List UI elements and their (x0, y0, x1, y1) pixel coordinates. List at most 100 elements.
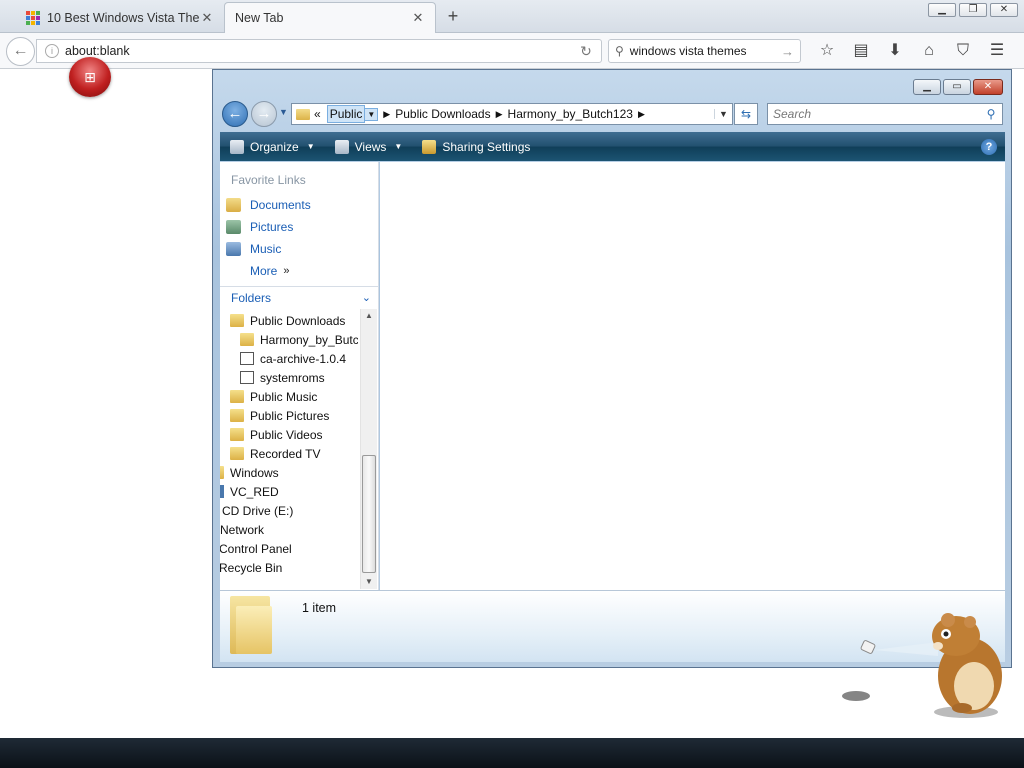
breadcrumb-dropdown-icon[interactable]: ▼ (365, 107, 379, 121)
tree-item[interactable]: CD Drive (E:) (220, 501, 293, 520)
tree-item[interactable]: ca-archive-1.0.4 (240, 349, 346, 368)
favorite-link-music[interactable]: Music (226, 239, 281, 259)
address-bar[interactable]: « Public ▼ ▶ Public Downloads ▶ Harmony_… (291, 103, 733, 125)
address-history-dropdown-icon[interactable]: ▼ (714, 109, 732, 119)
folder-tree-scrollbar[interactable]: ▲ ▼ (360, 309, 377, 589)
download-icon[interactable]: ⬇ (878, 40, 912, 62)
sharing-icon (422, 139, 437, 154)
chevron-down-icon: ▼ (306, 142, 315, 151)
folder-icon (296, 108, 310, 120)
browser-search-box[interactable]: ⚲ windows vista themes → (608, 39, 801, 63)
star-icon[interactable]: ☆ (810, 40, 844, 62)
tree-item-label: Public Videos (250, 427, 323, 442)
tab-windows-vista-themes[interactable]: 10 Best Windows Vista The... ✕ (16, 2, 224, 33)
item-count: 1 item (302, 601, 337, 615)
tab-title: 10 Best Windows Vista The... (47, 10, 200, 25)
sharing-settings-button[interactable]: Sharing Settings (422, 139, 530, 154)
pocket-icon[interactable]: ⛉ (946, 40, 980, 62)
close-tab-icon[interactable]: ✕ (200, 10, 214, 26)
tree-item-label: Recycle Bin (220, 560, 283, 575)
minimize-icon[interactable]: ▁ (913, 79, 941, 95)
favorite-link-more[interactable]: More » (250, 261, 289, 281)
url-text[interactable]: about:blank (65, 44, 571, 58)
back-arrow-icon[interactable]: ← (222, 101, 248, 127)
file-list-pane[interactable] (380, 162, 1005, 590)
folders-header[interactable]: Folders ⌄ (220, 286, 378, 308)
videos-folder-icon (230, 428, 244, 441)
scroll-down-icon[interactable]: ▼ (361, 575, 377, 589)
tree-item[interactable]: Control Panel (220, 539, 292, 558)
tree-item-label: Network (220, 522, 265, 537)
documents-icon (226, 198, 241, 212)
explorer-window: ▁ ▭ ✕ ← → ▼ « Public ▼ ▶ Public Download… (212, 69, 1012, 668)
scroll-up-icon[interactable]: ▲ (361, 309, 377, 323)
tree-item[interactable]: Network (220, 520, 264, 539)
tree-item[interactable]: Harmony_by_Butch123 (240, 330, 358, 349)
command-bar: Organize ▼ Views ▼ Sharing Settings ? (220, 132, 1005, 161)
back-button[interactable]: ← (6, 37, 35, 66)
close-icon[interactable]: ✕ (973, 79, 1003, 95)
tree-item[interactable]: Windows (220, 463, 279, 482)
views-button[interactable]: Views ▼ (334, 139, 402, 154)
restore-icon[interactable]: ❐ (959, 3, 987, 17)
tree-item-label: Control Panel (220, 541, 292, 556)
breadcrumb-public[interactable]: Public (326, 105, 366, 123)
help-icon[interactable]: ? (981, 138, 997, 155)
tree-item[interactable]: Public Videos (230, 425, 323, 444)
breadcrumb-separator-icon[interactable]: ▶ (638, 109, 645, 120)
tree-item-label: Windows (230, 465, 279, 480)
reading-list-icon[interactable]: ▤ (844, 40, 878, 62)
folder-icon (240, 333, 254, 346)
large-folder-icon (230, 596, 272, 654)
hamster-mascot-icon (932, 613, 1002, 718)
minimize-icon[interactable]: ▁ (928, 3, 956, 17)
tree-item[interactable]: systemroms (240, 368, 325, 387)
search-placeholder[interactable]: Search (773, 107, 980, 121)
folder-icon (230, 314, 244, 327)
search-go-icon[interactable]: → (781, 44, 794, 59)
zip-archive-icon (240, 371, 254, 384)
browser-toolbar-icons: ☆ ▤ ⬇ ⌂ ⛉ ☰ (810, 40, 1014, 62)
tree-item[interactable]: Recycle Bin (220, 558, 282, 577)
breadcrumb-public-downloads[interactable]: Public Downloads (395, 107, 490, 121)
tree-item[interactable]: Public Downloads (230, 311, 345, 330)
breadcrumb-overflow[interactable]: « (314, 107, 321, 121)
search-icon[interactable]: ⚲ (980, 107, 1002, 121)
close-icon[interactable]: ✕ (990, 3, 1018, 17)
chevron-down-icon[interactable]: ⌄ (362, 291, 371, 304)
shadow-blob (842, 691, 870, 701)
tree-item[interactable]: Public Music (230, 387, 317, 406)
tree-item-label: ca-archive-1.0.4 (260, 351, 347, 366)
breadcrumb-harmony[interactable]: Harmony_by_Butch123 (508, 107, 633, 121)
explorer-nav-row: ← → ▼ « Public ▼ ▶ Public Downloads ▶ Ha… (221, 101, 1006, 127)
tab-new-tab[interactable]: New Tab ✕ (224, 2, 436, 33)
explorer-search-box[interactable]: Search ⚲ (767, 103, 1003, 125)
scrollbar-thumb[interactable] (362, 455, 376, 573)
close-tab-icon[interactable]: ✕ (411, 10, 425, 26)
home-icon[interactable]: ⌂ (912, 40, 946, 62)
reload-icon[interactable]: ↻ (571, 43, 601, 60)
organize-button[interactable]: Organize ▼ (230, 139, 315, 154)
organize-icon (230, 139, 244, 154)
search-input[interactable]: windows vista themes (630, 44, 781, 58)
new-tab-button[interactable]: + (444, 6, 462, 26)
recent-pages-dropdown-icon[interactable]: ▼ (279, 107, 288, 117)
maximize-icon[interactable]: ▭ (943, 79, 971, 95)
windows-orb-icon[interactable]: ⊞ (69, 57, 111, 97)
url-bar[interactable]: i about:blank ↻ (36, 39, 602, 63)
navigation-pane: Favorite Links Documents Pictures Music … (220, 162, 379, 590)
tree-item-label: VC_RED (230, 484, 279, 499)
favorite-link-pictures[interactable]: Pictures (226, 217, 293, 237)
breadcrumb-separator-icon[interactable]: ▶ (496, 109, 503, 120)
tree-item[interactable]: VC_RED (220, 482, 279, 501)
pictures-folder-icon (230, 409, 244, 422)
refresh-icon[interactable]: ⇆ (734, 103, 758, 125)
favorite-link-label: Pictures (250, 220, 294, 234)
tree-item[interactable]: Recorded TV (230, 444, 320, 463)
breadcrumb-separator-icon[interactable]: ▶ (383, 109, 390, 120)
forward-arrow-icon[interactable]: → (251, 101, 277, 127)
info-icon[interactable]: i (45, 44, 59, 58)
favorite-link-documents[interactable]: Documents (226, 195, 311, 215)
menu-icon[interactable]: ☰ (980, 40, 1014, 62)
tree-item[interactable]: Public Pictures (230, 406, 329, 425)
